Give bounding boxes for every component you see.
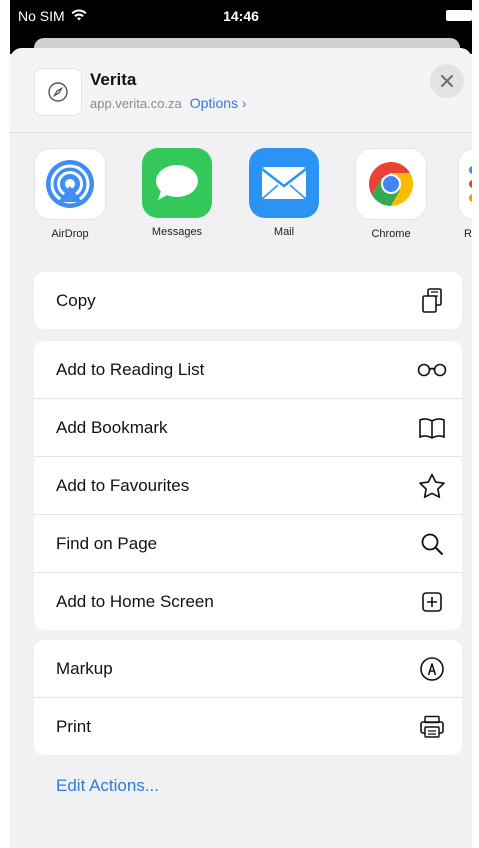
battery-icon: [446, 10, 475, 21]
app-label-chrome: Chrome: [371, 228, 411, 240]
printer-icon: [416, 711, 448, 743]
share-header: Verita app.verita.co.za Options ›: [10, 48, 472, 133]
reminders-icon: [458, 148, 472, 220]
plus-square-icon: [416, 586, 448, 618]
share-app-chrome[interactable]: Chrome: [351, 148, 431, 240]
app-label-airdrop: AirDrop: [51, 228, 89, 240]
share-app-mail[interactable]: Mail: [244, 148, 324, 238]
site-title: Verita: [90, 70, 137, 89]
app-label-mail: Mail: [273, 226, 295, 238]
share-app-messages[interactable]: Messages: [137, 148, 217, 238]
action-add-to-reading-list[interactable]: Add to Reading List: [34, 341, 462, 399]
mail-icon: [249, 148, 319, 218]
action-add-to-home-screen[interactable]: Add to Home Screen: [34, 573, 462, 630]
action-label: Copy: [56, 290, 96, 310]
app-label-reminders: Re: [464, 228, 472, 240]
browser-action-group: Add to Reading List Add Bookmark Add to …: [34, 341, 462, 630]
close-button[interactable]: [430, 64, 464, 98]
glasses-icon: [416, 354, 448, 386]
action-label: Add to Reading List: [56, 359, 205, 379]
share-app-row: AirDrop Messages Mail Chrome R: [10, 148, 472, 253]
action-add-to-favourites[interactable]: Add to Favourites: [34, 457, 462, 515]
status-time: 14:46: [223, 8, 259, 24]
copy-action-group: Copy: [34, 272, 462, 329]
search-icon: [416, 528, 448, 560]
book-icon: [416, 412, 448, 444]
action-label: Add to Home Screen: [56, 591, 214, 611]
chrome-icon: [355, 148, 427, 220]
options-link[interactable]: Options ›: [190, 95, 247, 111]
site-url: app.verita.co.za: [90, 95, 182, 111]
markup-icon: [416, 653, 448, 685]
compass-icon: [34, 68, 82, 116]
star-icon: [416, 470, 448, 502]
share-app-reminders[interactable]: Re: [458, 148, 472, 240]
action-label: Add to Favourites: [56, 475, 190, 495]
messages-icon: [142, 148, 212, 218]
edit-actions-link[interactable]: Edit Actions...: [56, 776, 159, 796]
airdrop-icon: [34, 148, 106, 220]
action-print[interactable]: Print: [34, 698, 462, 755]
share-sheet: Verita app.verita.co.za Options › AirDro…: [10, 48, 472, 848]
action-find-on-page[interactable]: Find on Page: [34, 515, 462, 573]
share-app-airdrop[interactable]: AirDrop: [30, 148, 110, 240]
action-markup[interactable]: Markup: [34, 640, 462, 698]
action-copy[interactable]: Copy: [34, 272, 462, 329]
other-action-group: Markup Print: [34, 640, 462, 755]
action-label: Markup: [56, 658, 113, 678]
action-add-bookmark[interactable]: Add Bookmark: [34, 399, 462, 457]
app-label-messages: Messages: [151, 226, 203, 238]
action-label: Add Bookmark: [56, 417, 168, 437]
copy-icon: [416, 285, 448, 317]
site-subtitle: app.verita.co.za Options ›: [90, 95, 247, 111]
close-icon: [441, 75, 453, 87]
action-label: Print: [56, 716, 91, 736]
action-label: Find on Page: [56, 533, 158, 553]
